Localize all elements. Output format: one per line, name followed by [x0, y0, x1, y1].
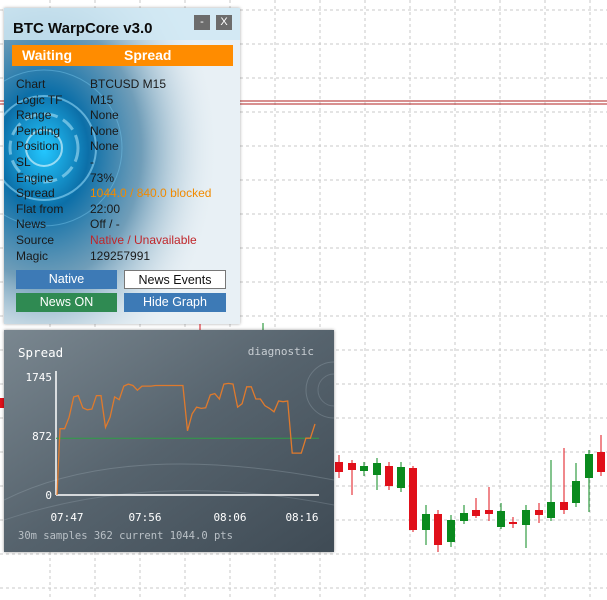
candle-body — [360, 466, 368, 471]
graph-title: Spread — [18, 345, 64, 360]
info-value: None — [90, 139, 119, 154]
info-label: Pending — [16, 123, 61, 138]
candle-body — [422, 514, 430, 530]
info-value: M15 — [90, 92, 114, 107]
info-value: BTCUSD M15 — [90, 77, 167, 91]
x-tick-label: 07:47 — [50, 511, 83, 524]
info-row-range: Range None — [16, 108, 236, 124]
info-row-chart: Chart BTCUSD M15 — [16, 77, 236, 93]
candle-body — [397, 467, 405, 488]
info-label: Logic TF — [16, 92, 63, 107]
minimize-button[interactable]: - — [194, 15, 210, 30]
status-bar: Waiting Spread — [12, 45, 233, 66]
candle-body — [460, 513, 468, 521]
candle-body — [447, 520, 455, 542]
info-label: Engine — [16, 170, 54, 185]
hide-graph-button[interactable]: Hide Graph — [124, 293, 226, 312]
spread-graph-panel: 1745 872 0 07:47 07:56 08:06 08:16 Spread diag… — [4, 330, 334, 552]
info-label: Spread — [16, 186, 55, 201]
info-row-logic-tf: Logic TF M15 — [16, 93, 236, 109]
info-value: Off / - — [90, 217, 120, 232]
info-value: 1044.0 / 840.0 blocked — [90, 186, 212, 201]
graph-footer: 30m samples 362 current 1044.0 pts — [18, 530, 233, 542]
candle-body — [335, 462, 343, 472]
panel-title: BTC WarpCore v3.0 — [13, 20, 153, 37]
candle-body — [572, 481, 580, 503]
info-row-magic: Magic 129257991 — [16, 249, 236, 265]
info-label: News — [16, 217, 47, 232]
info-row-position: Position None — [16, 139, 236, 155]
info-row-pending: Pending None — [16, 124, 236, 140]
candle-body — [373, 463, 381, 475]
info-value: Native / Unavailable — [90, 233, 197, 247]
info-label: Chart — [16, 77, 46, 91]
candle-body — [560, 502, 568, 510]
info-row-flat-from: Flat from 22:00 — [16, 202, 236, 218]
candle-body — [597, 452, 605, 472]
candle-body — [485, 510, 493, 514]
candle-body — [509, 522, 517, 524]
candle-body — [535, 510, 543, 515]
info-value: 129257991 — [90, 248, 151, 263]
y-tick-label: 0 — [45, 489, 52, 502]
info-value: None — [90, 123, 119, 138]
info-value: None — [90, 108, 119, 123]
x-tick-label: 08:06 — [213, 511, 246, 524]
native-button[interactable]: Native — [16, 270, 117, 289]
candle-body — [497, 511, 505, 527]
info-row-sl: SL - — [16, 155, 236, 171]
close-button[interactable]: X — [216, 15, 232, 30]
news-events-button[interactable]: News Events — [124, 270, 226, 289]
info-row-source: Source Native / Unavailable — [16, 233, 236, 249]
info-label: Range — [16, 108, 52, 123]
x-tick-label: 08:16 — [285, 511, 318, 524]
candle-body — [385, 466, 393, 486]
candle-body — [409, 468, 417, 530]
info-label: Magic — [16, 248, 49, 263]
y-tick-label: 1745 — [26, 371, 53, 384]
news-on-button[interactable]: News ON — [16, 293, 117, 312]
candle-body — [348, 463, 356, 470]
status-reason: Spread — [124, 47, 172, 63]
info-label: SL — [16, 155, 31, 169]
y-tick-label: 872 — [32, 430, 52, 443]
x-tick-label: 07:56 — [128, 511, 161, 524]
info-value: 73% — [90, 170, 115, 185]
ea-panel: BTC WarpCore v3.0 - X Waiting Spread Cha… — [4, 8, 240, 324]
info-label: Source — [16, 233, 55, 247]
spread-chart: 1745 872 0 07:47 07:56 08:06 08:16 — [4, 330, 334, 552]
candle-body — [585, 454, 593, 478]
candle-body — [547, 502, 555, 518]
info-label: Flat from — [16, 201, 64, 216]
info-row-engine: Engine 73% — [16, 171, 236, 187]
info-row-spread: Spread 1044.0 / 840.0 blocked — [16, 186, 236, 202]
candle-body — [434, 514, 442, 545]
candle-body — [522, 510, 530, 525]
info-label: Position — [16, 139, 59, 154]
info-value: 22:00 — [90, 201, 121, 216]
status-state: Waiting — [22, 47, 73, 63]
info-row-news: News Off / - — [16, 217, 236, 233]
candle-body — [472, 510, 480, 516]
graph-mode-label: diagnostic — [247, 345, 314, 358]
info-value: - — [90, 155, 94, 169]
